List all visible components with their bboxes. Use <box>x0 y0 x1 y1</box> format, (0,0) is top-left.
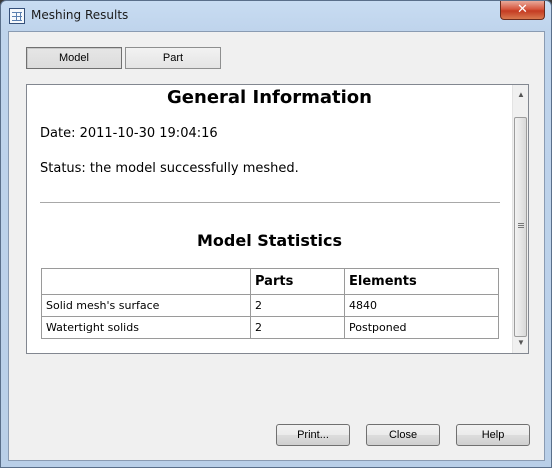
tab-model[interactable]: Model <box>26 47 122 69</box>
report-panel[interactable]: General Information Date: 2011-10-30 19:… <box>26 84 529 354</box>
table-cell: Watertight solids <box>41 316 251 339</box>
table-cell: 2 <box>250 316 345 339</box>
status-line: Status: the model successfully meshed. <box>40 161 299 176</box>
close-button[interactable]: Close <box>366 424 440 446</box>
grip-icon <box>518 223 524 229</box>
table-cell: 4840 <box>344 294 499 317</box>
table-header-parts: Parts <box>250 268 345 295</box>
report-content: General Information Date: 2011-10-30 19:… <box>27 85 512 353</box>
table-header-elements: Elements <box>344 268 499 295</box>
dialog-client-area: Model Part General Information Date: 201… <box>8 31 545 461</box>
tab-part[interactable]: Part <box>125 47 221 69</box>
divider <box>40 202 500 203</box>
print-button[interactable]: Print... <box>276 424 350 446</box>
scroll-thumb[interactable] <box>514 117 527 337</box>
table-row: Solid mesh's surface 2 4840 <box>41 294 499 317</box>
scroll-up-arrow-icon[interactable]: ▲ <box>513 87 528 103</box>
meshing-results-window: Meshing Results ✕ Model Part General Inf… <box>0 0 552 468</box>
window-title: Meshing Results <box>31 8 129 22</box>
vertical-scrollbar[interactable]: ▲ ▼ <box>512 85 528 353</box>
table-cell: Solid mesh's surface <box>41 294 251 317</box>
close-window-button[interactable]: ✕ <box>500 1 545 20</box>
table-header-cell <box>41 268 251 295</box>
model-statistics-heading: Model Statistics <box>196 231 343 250</box>
table-window-icon <box>9 8 25 24</box>
help-button[interactable]: Help <box>456 424 530 446</box>
scroll-down-arrow-icon[interactable]: ▼ <box>513 335 528 351</box>
table-row: Watertight solids 2 Postponed <box>41 316 499 339</box>
table-cell: 2 <box>250 294 345 317</box>
table-cell: Postponed <box>344 316 499 339</box>
general-information-heading: General Information <box>167 87 372 108</box>
table-header-row: Parts Elements <box>41 268 499 295</box>
title-bar[interactable]: Meshing Results ✕ <box>1 1 551 31</box>
date-line: Date: 2011-10-30 19:04:16 <box>40 126 218 141</box>
statistics-table: Parts Elements Solid mesh's surface 2 48… <box>41 268 499 339</box>
